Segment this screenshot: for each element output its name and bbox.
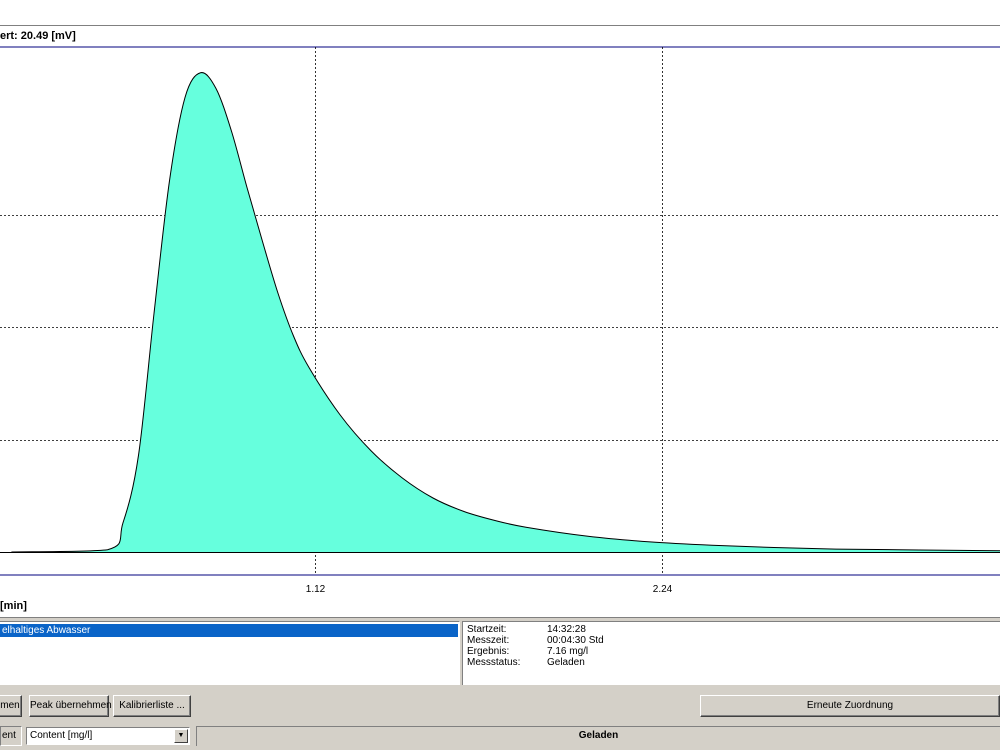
chromatogram-panel: 1.12 2.24 ert: 20.49 [mV] [min] — [0, 26, 1000, 618]
signal-value-label: ert: 20.49 [mV] — [0, 30, 76, 42]
sample-list-selected-item[interactable]: elhaltiges Abwasser — [0, 624, 458, 637]
chevron-down-icon[interactable]: ▼ — [174, 729, 188, 743]
status-bar: ent Content [mg/l] ▼ Geladen — [0, 724, 1000, 748]
peak-uebernehmen-button[interactable]: Peak übernehmen — [29, 695, 112, 717]
info-value: Geladen — [547, 657, 585, 668]
partial-button[interactable]: men — [0, 695, 22, 717]
sample-list[interactable]: elhaltiges Abwasser — [0, 621, 460, 685]
x-tick-label: 2.24 — [653, 584, 673, 595]
erneute-zuordnung-button[interactable]: Erneute Zuordnung — [700, 695, 1000, 717]
button-bar: men Peak übernehmen Kalibrierliste ... E… — [0, 693, 1000, 721]
content-unit-select[interactable]: Content [mg/l] ▼ — [26, 727, 190, 745]
window-title-strip — [0, 0, 1000, 26]
content-unit-select-value: Content [mg/l] — [30, 730, 93, 741]
peak-area — [11, 72, 1000, 552]
chromatogram-chart: 1.12 2.24 — [0, 46, 1000, 595]
status-partial-label: ent — [0, 726, 22, 746]
kalibrierliste-button[interactable]: Kalibrierliste ... — [113, 695, 191, 717]
x-axis-unit-label: [min] — [0, 600, 27, 612]
measurement-info-panel: Startzeit: 14:32:28 Messzeit: 00:04:30 Std… — [462, 621, 1000, 685]
x-tick-label: 1.12 — [306, 584, 326, 595]
info-label: Messstatus: — [467, 657, 521, 668]
status-text: Geladen — [196, 726, 1000, 746]
info-row-messstatus: Messstatus: Geladen — [467, 657, 585, 669]
